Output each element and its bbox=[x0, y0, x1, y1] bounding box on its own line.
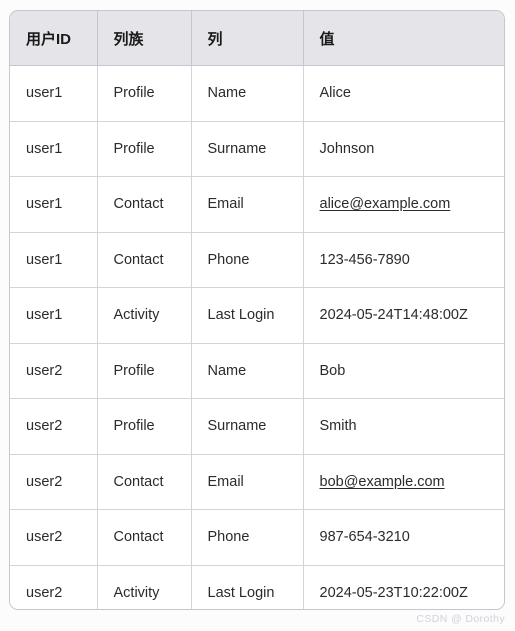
cell-user-id: user2 bbox=[10, 343, 98, 399]
cell-column-family: Profile bbox=[97, 65, 192, 122]
column-header-value: 值 bbox=[303, 11, 504, 66]
cell-user-id: user1 bbox=[10, 232, 98, 288]
table-row: user1 Contact Email alice@example.com bbox=[10, 176, 504, 233]
email-link[interactable]: bob@example.com bbox=[320, 474, 445, 490]
cell-value: 123-456-7890 bbox=[303, 232, 504, 288]
table-row: user2 Profile Surname Smith bbox=[10, 398, 504, 455]
cell-column: Last Login bbox=[191, 287, 304, 344]
cell-value: Smith bbox=[303, 398, 504, 455]
cell-user-id: user1 bbox=[10, 121, 98, 177]
table-row: user1 Activity Last Login 2024-05-24T14:48:… bbox=[10, 287, 504, 344]
table-row: user2 Contact Email bob@example.com bbox=[10, 454, 504, 510]
column-header-column: 列 bbox=[191, 11, 304, 66]
cell-column-family: Contact bbox=[97, 176, 192, 233]
watermark: CSDN @ Dorothy bbox=[416, 613, 505, 625]
cell-value: Bob bbox=[303, 343, 504, 399]
cell-user-id: user1 bbox=[10, 65, 98, 122]
cell-user-id: user1 bbox=[10, 287, 98, 344]
cell-user-id: user1 bbox=[10, 176, 98, 233]
cell-column-family: Profile bbox=[97, 121, 192, 177]
cell-user-id: user2 bbox=[10, 454, 98, 510]
data-table-container: 用户ID 列族 列 值 user1 Profile Name Alice user1 Pr… bbox=[9, 10, 505, 610]
table-row: user2 Contact Phone 987-654-3210 bbox=[10, 509, 504, 566]
cell-value: bob@example.com bbox=[303, 454, 504, 510]
cell-column: Surname bbox=[191, 398, 304, 455]
cell-column: Name bbox=[191, 65, 304, 122]
cell-value: alice@example.com bbox=[303, 176, 504, 233]
table-row: user1 Contact Phone 123-456-7890 bbox=[10, 232, 504, 288]
cell-value: 987-654-3210 bbox=[303, 509, 504, 566]
email-link[interactable]: alice@example.com bbox=[320, 196, 451, 212]
cell-value: Alice bbox=[303, 65, 504, 122]
cell-user-id: user2 bbox=[10, 509, 98, 566]
cell-column-family: Activity bbox=[97, 565, 192, 609]
cell-column-family: Profile bbox=[97, 343, 192, 399]
table-header-row: 用户ID 列族 列 值 bbox=[10, 11, 504, 66]
cell-column: Last Login bbox=[191, 565, 304, 609]
cell-user-id: user2 bbox=[10, 398, 98, 455]
cell-column: Surname bbox=[191, 121, 304, 177]
cell-column-family: Profile bbox=[97, 398, 192, 455]
cell-column: Email bbox=[191, 176, 304, 233]
cell-column: Email bbox=[191, 454, 304, 510]
cell-value: 2024-05-23T10:22:00Z bbox=[303, 565, 504, 609]
cell-value: 2024-05-24T14:48:00Z bbox=[303, 287, 504, 344]
table-row: user1 Profile Surname Johnson bbox=[10, 121, 504, 177]
cell-column: Name bbox=[191, 343, 304, 399]
cell-column-family: Contact bbox=[97, 509, 192, 566]
cell-column-family: Contact bbox=[97, 232, 192, 288]
cell-value: Johnson bbox=[303, 121, 504, 177]
cell-column: Phone bbox=[191, 509, 304, 566]
cell-user-id: user2 bbox=[10, 565, 98, 609]
table-row: user1 Profile Name Alice bbox=[10, 65, 504, 122]
table-row: user2 Profile Name Bob bbox=[10, 343, 504, 399]
hbase-cells-table: 用户ID 列族 列 值 user1 Profile Name Alice user1 Pr… bbox=[10, 11, 504, 609]
cell-column-family: Contact bbox=[97, 454, 192, 510]
column-header-user-id: 用户ID bbox=[10, 11, 98, 66]
cell-column: Phone bbox=[191, 232, 304, 288]
table-header: 用户ID 列族 列 值 bbox=[10, 11, 504, 66]
column-header-column-family: 列族 bbox=[97, 11, 192, 66]
table-row: user2 Activity Last Login 2024-05-23T10:22:… bbox=[10, 565, 504, 609]
table-body: user1 Profile Name Alice user1 Profile Surname… bbox=[10, 65, 504, 609]
cell-column-family: Activity bbox=[97, 287, 192, 344]
